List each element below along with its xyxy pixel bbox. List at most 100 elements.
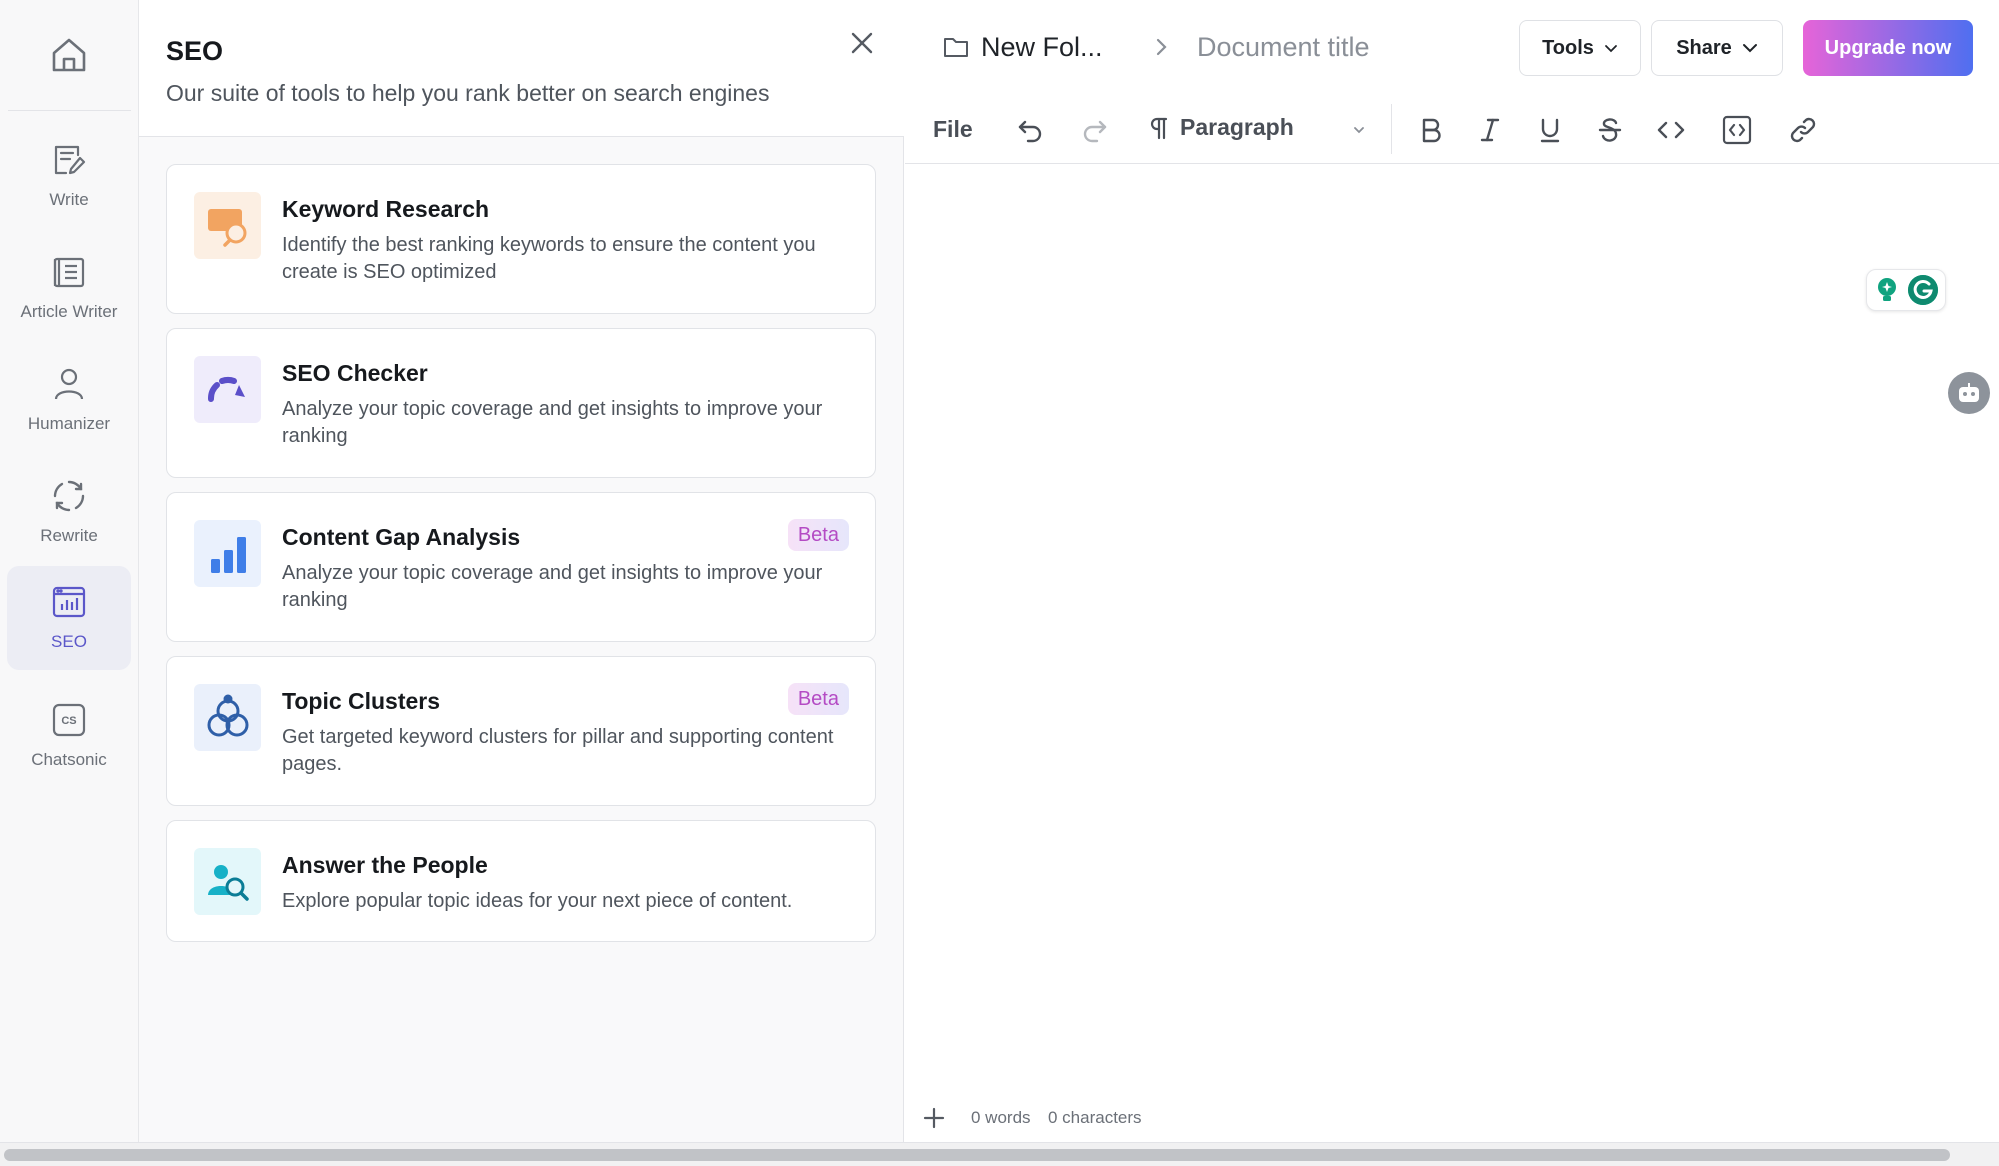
rail-divider	[8, 110, 131, 111]
bold-button[interactable]	[1413, 112, 1449, 148]
tools-button-label: Tools	[1542, 36, 1594, 59]
tool-card-title: Keyword Research	[282, 196, 490, 222]
ai-assistant-button[interactable]	[1948, 372, 1990, 414]
gauge-icon	[194, 356, 261, 423]
tool-card-title: Answer the People	[282, 852, 488, 878]
seo-panel-header: SEO Our suite of tools to help you rank …	[139, 0, 904, 137]
nav-item-humanizer[interactable]: Humanizer	[7, 348, 131, 452]
tool-card-title: Content Gap Analysis	[282, 524, 521, 550]
strikethrough-icon	[1598, 118, 1622, 142]
share-dropdown-button[interactable]: Share	[1651, 20, 1783, 76]
close-icon	[851, 32, 873, 54]
tool-card-topic-clusters[interactable]: Topic Clusters Beta Get targeted keyword…	[166, 656, 876, 806]
close-panel-button[interactable]	[847, 28, 877, 58]
tool-card-description: Explore popular topic ideas for your nex…	[282, 890, 793, 912]
breadcrumb-folder[interactable]: New Fol...	[981, 32, 1103, 63]
tool-card-seo-checker[interactable]: SEO Checker Analyze your topic coverage …	[166, 328, 876, 478]
editor-header: New Fol... Document title Tools Share Up…	[905, 0, 1999, 96]
tool-card-description: Analyze your topic coverage and get insi…	[282, 562, 823, 611]
bar-chart-icon	[194, 520, 261, 587]
horizontal-scrollbar[interactable]	[0, 1142, 1999, 1166]
nav-item-label: Humanizer	[27, 414, 111, 433]
nav-item-chatsonic[interactable]: CS Chatsonic	[7, 684, 131, 788]
italic-button[interactable]	[1472, 112, 1508, 148]
bold-icon	[1422, 118, 1441, 143]
nav-item-label: Write	[49, 190, 89, 209]
code-icon	[1657, 121, 1685, 139]
nav-item-article-writer[interactable]: Article Writer	[7, 236, 131, 340]
panel-subtitle: Our suite of tools to help you rank bett…	[166, 80, 770, 106]
write-icon	[49, 140, 89, 180]
tool-card-content-gap-analysis[interactable]: Content Gap Analysis Beta Analyze your t…	[166, 492, 876, 642]
person-icon	[49, 364, 89, 404]
link-button[interactable]	[1785, 112, 1821, 148]
tool-card-title: SEO Checker	[282, 360, 428, 386]
link-icon	[1790, 117, 1816, 143]
home-button[interactable]	[44, 30, 94, 80]
chevron-down-icon	[1605, 45, 1617, 53]
tools-dropdown-button[interactable]: Tools	[1519, 20, 1641, 76]
underline-icon	[1540, 118, 1560, 143]
tool-card-description: Analyze your topic coverage and get insi…	[282, 398, 823, 447]
plus-icon[interactable]	[922, 1106, 946, 1130]
tool-card-description: Identify the best ranking keywords to en…	[282, 234, 816, 283]
cs-icon: CS	[49, 700, 89, 740]
beta-badge: Beta	[787, 519, 849, 551]
tool-card-keyword-research[interactable]: Keyword Research Identify the best ranki…	[166, 164, 876, 314]
nav-item-seo[interactable]: SEO	[7, 566, 131, 670]
editor-toolbar: File Paragraph	[905, 96, 1999, 164]
home-icon	[52, 38, 86, 72]
seo-icon	[49, 582, 89, 622]
pilcrow-icon	[1150, 117, 1168, 139]
lightbulb-icon	[1878, 278, 1896, 301]
clusters-icon	[194, 684, 261, 751]
article-icon	[49, 252, 89, 292]
block-type-label: Paragraph	[1180, 114, 1294, 140]
italic-icon	[1480, 118, 1500, 142]
cs-badge-text: CS	[61, 715, 76, 727]
grammarly-widget[interactable]	[1866, 269, 1946, 311]
rewrite-icon	[49, 476, 89, 516]
chevron-down-icon[interactable]	[1351, 122, 1367, 138]
code-block-button[interactable]	[1719, 112, 1755, 148]
grammarly-icon	[1908, 275, 1938, 305]
seo-panel: SEO Our suite of tools to help you rank …	[139, 0, 904, 1142]
nav-item-label: SEO	[51, 632, 87, 651]
panel-title: SEO	[166, 36, 224, 66]
redo-button[interactable]	[1077, 112, 1113, 148]
nav-rail: Write Article Writer Humanizer Rewrite S…	[0, 0, 139, 1142]
strikethrough-button[interactable]	[1592, 112, 1628, 148]
robot-icon	[1959, 383, 1979, 402]
nav-item-label: Rewrite	[40, 526, 98, 545]
upgrade-now-button[interactable]: Upgrade now	[1803, 20, 1973, 76]
folder-icon[interactable]	[943, 34, 969, 60]
tool-card-title: Topic Clusters	[282, 688, 441, 714]
share-button-label: Share	[1676, 36, 1732, 59]
editor-status-bar: 0 words 0 characters	[905, 1098, 1999, 1138]
beta-badge: Beta	[787, 683, 849, 715]
underline-button[interactable]	[1532, 112, 1568, 148]
undo-button[interactable]	[1012, 112, 1048, 148]
people-search-icon	[194, 848, 261, 915]
scrollbar-thumb[interactable]	[4, 1149, 1950, 1161]
redo-icon	[1083, 120, 1107, 143]
nav-item-write[interactable]: Write	[7, 124, 131, 228]
inline-code-button[interactable]	[1653, 112, 1689, 148]
word-count: 0 words	[971, 1108, 1031, 1127]
nav-item-label: Chatsonic	[31, 750, 107, 769]
keyword-research-icon	[194, 192, 261, 259]
chevron-right-icon	[1156, 38, 1167, 56]
file-menu[interactable]: File	[933, 116, 973, 143]
toolbar-divider	[1391, 104, 1392, 154]
tool-card-description: Get targeted keyword clusters for pillar…	[282, 726, 834, 775]
chevron-down-icon	[1742, 44, 1757, 53]
editor-content-area[interactable]	[905, 165, 1999, 1095]
nav-item-label: Article Writer	[20, 302, 118, 321]
character-count: 0 characters	[1048, 1108, 1142, 1127]
document-title[interactable]: Document title	[1197, 32, 1370, 63]
tool-card-answer-the-people[interactable]: Answer the People Explore popular topic …	[166, 820, 876, 942]
code-block-icon	[1722, 115, 1752, 145]
block-type-select[interactable]: Paragraph	[1148, 114, 1294, 141]
nav-item-rewrite[interactable]: Rewrite	[7, 460, 131, 564]
undo-icon	[1018, 120, 1042, 143]
